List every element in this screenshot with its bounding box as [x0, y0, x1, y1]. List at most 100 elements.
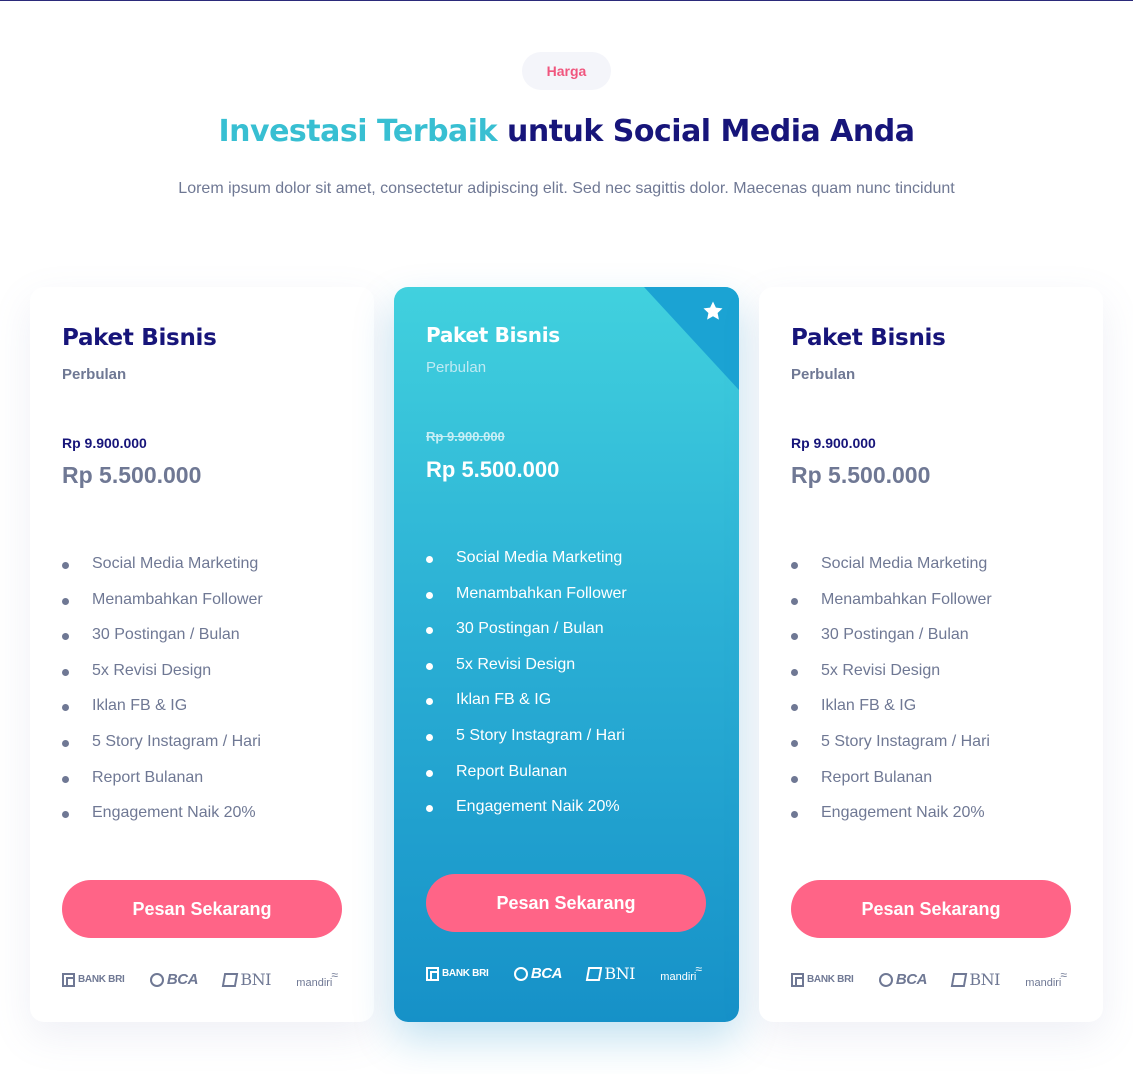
feature-label: 30 Postingan / Bulan	[92, 626, 240, 644]
feature-item: Engagement Naik 20%	[426, 796, 627, 832]
feature-list: Social Media Marketing Menambahkan Follow…	[426, 547, 627, 832]
bank-bca-logo: BCA	[878, 971, 927, 988]
bullet-dot-icon	[791, 775, 798, 783]
feature-item: Report Bulanan	[426, 761, 627, 797]
bullet-dot-icon	[62, 775, 69, 783]
feature-label: 30 Postingan / Bulan	[821, 626, 969, 644]
pricing-card-3: Paket Bisnis Perbulan Rp 9.900.000 Rp 5.…	[759, 287, 1103, 1022]
order-now-button[interactable]: Pesan Sekarang	[426, 874, 706, 932]
payment-banks: BANK BRI BCA BNI mandiri ≈	[791, 967, 1071, 989]
bullet-dot-icon	[62, 633, 69, 641]
feature-label: Iklan FB & IG	[821, 697, 917, 715]
plan-name: Paket Bisnis	[791, 325, 946, 351]
feature-label: Iklan FB & IG	[456, 691, 552, 709]
original-price: Rp 9.900.000	[791, 435, 876, 451]
bullet-dot-icon	[426, 733, 433, 741]
mandiri-wave-icon: ≈	[1060, 967, 1067, 982]
feature-label: Engagement Naik 20%	[821, 804, 985, 822]
plan-name: Paket Bisnis	[426, 323, 560, 347]
order-now-button[interactable]: Pesan Sekarang	[62, 880, 342, 938]
bullet-dot-icon	[62, 668, 69, 676]
feature-label: 5x Revisi Design	[92, 661, 212, 679]
feature-item: Menambahkan Follower	[791, 589, 992, 625]
original-price: Rp 9.900.000	[62, 435, 147, 451]
section-title: Investasi Terbaik untuk Social Media And…	[0, 114, 1133, 149]
feature-list: Social Media Marketing Menambahkan Follow…	[62, 553, 263, 838]
feature-item: Menambahkan Follower	[426, 583, 627, 619]
bank-mandiri-logo: mandiri ≈	[660, 961, 702, 983]
feature-label: Menambahkan Follower	[821, 590, 992, 608]
bank-bni-logo: BNI	[222, 970, 271, 989]
pricing-card-2-featured: Paket Bisnis Perbulan Rp 9.900.000 Rp 5.…	[394, 287, 739, 1022]
discount-price: Rp 5.500.000	[426, 457, 560, 482]
bank-bri-logo: BANK BRI	[791, 972, 854, 987]
feature-item: 30 Postingan / Bulan	[791, 624, 992, 660]
section-subtitle: Lorem ipsum dolor sit amet, consectetur …	[178, 180, 955, 197]
feature-item: Engagement Naik 20%	[62, 802, 263, 838]
bank-bri-logo: BANK BRI	[426, 966, 489, 981]
feature-item: Social Media Marketing	[791, 553, 992, 589]
feature-item: Iklan FB & IG	[426, 689, 627, 725]
feature-label: 5 Story Instagram / Hari	[92, 732, 261, 750]
discount-price: Rp 5.500.000	[791, 462, 931, 488]
bni-icon	[222, 972, 239, 987]
bank-mandiri-logo: mandiri ≈	[296, 967, 338, 989]
order-now-button[interactable]: Pesan Sekarang	[791, 880, 1071, 938]
bni-icon	[951, 972, 968, 987]
feature-item: Iklan FB & IG	[62, 695, 263, 731]
feature-label: Menambahkan Follower	[456, 584, 627, 602]
mandiri-wave-icon: ≈	[331, 967, 338, 982]
bullet-dot-icon	[791, 668, 798, 676]
bri-icon	[791, 972, 804, 987]
mandiri-wave-icon: ≈	[695, 961, 702, 976]
featured-ribbon	[644, 287, 739, 390]
bullet-dot-icon	[426, 662, 433, 670]
discount-price: Rp 5.500.000	[62, 462, 202, 488]
bank-bni-logo: BNI	[951, 970, 1000, 989]
star-icon	[703, 301, 723, 320]
title-rest: untuk Social Media Anda	[497, 114, 915, 149]
feature-label: Social Media Marketing	[456, 549, 623, 566]
bri-icon	[62, 972, 75, 987]
feature-item: Engagement Naik 20%	[791, 802, 992, 838]
feature-label: Report Bulanan	[456, 762, 568, 780]
bullet-dot-icon	[791, 633, 798, 641]
feature-item: Social Media Marketing	[62, 553, 263, 589]
bank-bni-logo: BNI	[586, 964, 635, 983]
bullet-dot-icon	[426, 591, 433, 599]
plan-period: Perbulan	[62, 366, 127, 383]
feature-label: Engagement Naik 20%	[92, 804, 256, 822]
feature-label: Report Bulanan	[92, 768, 204, 786]
feature-label: 5 Story Instagram / Hari	[821, 732, 990, 750]
bullet-dot-icon	[62, 811, 69, 819]
bca-icon	[513, 966, 528, 981]
feature-label: Menambahkan Follower	[92, 590, 263, 608]
bullet-dot-icon	[791, 704, 798, 712]
pricing-card-1: Paket Bisnis Perbulan Rp 9.900.000 Rp 5.…	[30, 287, 374, 1022]
feature-item: Social Media Marketing	[426, 547, 627, 583]
original-price: Rp 9.900.000	[426, 429, 505, 444]
feature-label: Social Media Marketing	[92, 555, 259, 572]
feature-list: Social Media Marketing Menambahkan Follow…	[791, 553, 992, 838]
payment-banks: BANK BRI BCA BNI mandiri ≈	[62, 967, 342, 989]
feature-label: Engagement Naik 20%	[456, 798, 620, 816]
top-border-line	[0, 0, 1133, 1]
feature-item: 30 Postingan / Bulan	[426, 618, 627, 654]
bullet-dot-icon	[426, 698, 433, 706]
feature-item: 5 Story Instagram / Hari	[791, 731, 992, 767]
bni-icon	[586, 966, 603, 981]
feature-item: 30 Postingan / Bulan	[62, 624, 263, 660]
payment-banks: BANK BRI BCA BNI mandiri ≈	[426, 961, 706, 983]
bullet-dot-icon	[791, 562, 798, 569]
feature-item: Iklan FB & IG	[791, 695, 992, 731]
bullet-dot-icon	[791, 597, 798, 605]
feature-item: 5 Story Instagram / Hari	[426, 725, 627, 761]
feature-label: 5x Revisi Design	[456, 655, 576, 673]
feature-item: 5x Revisi Design	[426, 654, 627, 690]
feature-label: Iklan FB & IG	[92, 697, 188, 715]
bri-icon	[426, 966, 439, 981]
feature-label: 5 Story Instagram / Hari	[456, 726, 625, 744]
plan-period: Perbulan	[791, 366, 856, 383]
bank-bca-logo: BCA	[513, 965, 562, 982]
feature-item: 5 Story Instagram / Hari	[62, 731, 263, 767]
